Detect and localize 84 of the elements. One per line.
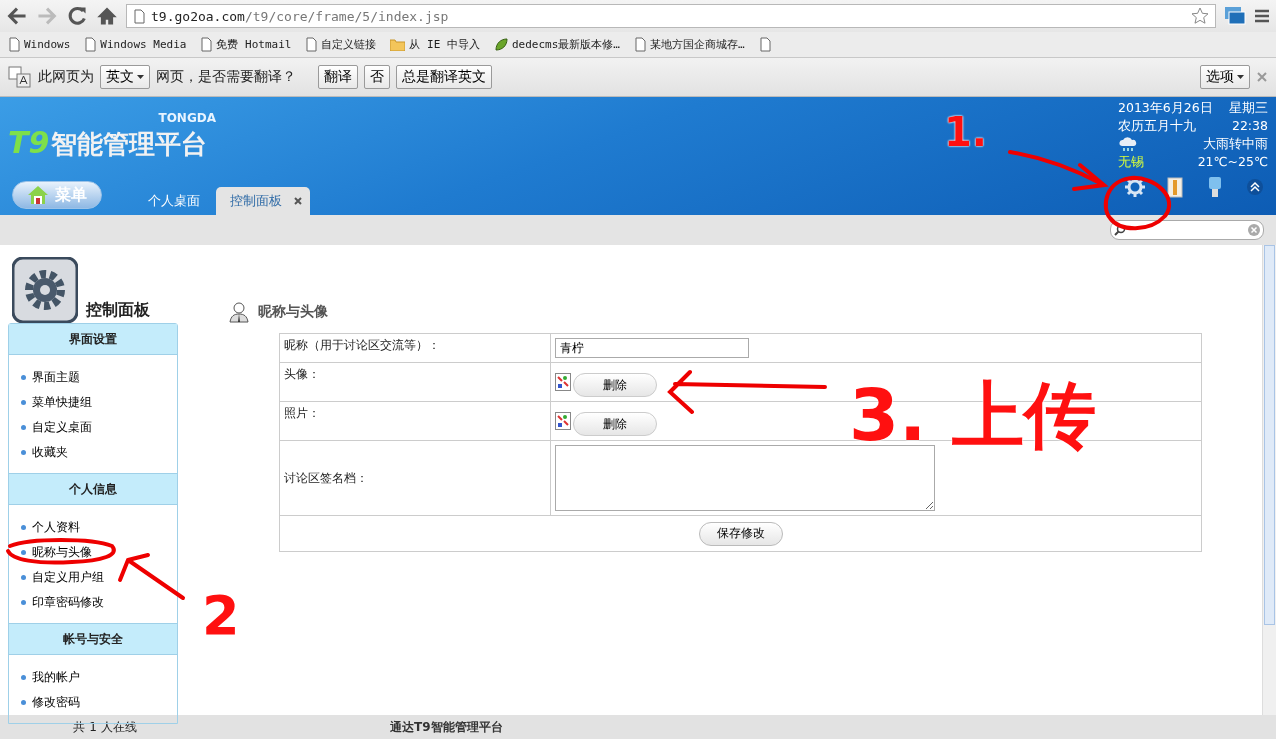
search-icon xyxy=(1114,224,1126,236)
product-name: 通达T9智能管理平台 xyxy=(390,719,503,736)
translate-prompt: 网页，是否需要翻译？ xyxy=(156,68,296,86)
weather-text: 大雨转中雨 xyxy=(1203,135,1268,153)
field-label: 讨论区签名档： xyxy=(279,440,551,516)
sidebar-item[interactable]: 昵称与头像 xyxy=(21,540,177,565)
leaf-icon xyxy=(493,37,508,52)
panel-title: 控制面板 xyxy=(86,300,150,321)
menu-icon[interactable] xyxy=(1254,8,1270,24)
sidebar-item[interactable]: 修改密码 xyxy=(21,690,177,715)
clock-text: 22:38 xyxy=(1231,117,1268,135)
search-field[interactable] xyxy=(1110,220,1264,240)
logo-mark: T9 xyxy=(8,125,50,160)
brand-name: 智能管理平台 xyxy=(51,128,208,161)
options-dropdown[interactable]: 选项 xyxy=(1200,65,1250,89)
page-icon xyxy=(84,37,97,52)
date-text: 2013年6月26日 xyxy=(1118,99,1213,117)
tab[interactable]: 控制面板 xyxy=(216,187,310,215)
temperature-text: 21℃~25℃ xyxy=(1197,153,1268,171)
page-icon xyxy=(133,8,145,24)
translate-button[interactable]: 总是翻译英文 xyxy=(396,65,492,89)
sidebar-item[interactable]: 印章密码修改 xyxy=(21,590,177,615)
sidebar-item[interactable]: 菜单快捷组 xyxy=(21,390,177,415)
sidebar-item[interactable]: 个人资料 xyxy=(21,515,177,540)
city-text: 无锡 xyxy=(1118,153,1144,171)
star-icon[interactable] xyxy=(1191,7,1209,25)
person-icon xyxy=(228,301,250,323)
field-label: 头像： xyxy=(279,362,551,402)
screen-icon[interactable] xyxy=(1224,6,1246,26)
section-header[interactable]: 界面设置 xyxy=(9,324,177,355)
bookmark[interactable]: 从 IE 中导入 xyxy=(390,37,480,52)
brand-subtitle: TONGDA xyxy=(158,111,216,125)
reload-icon[interactable] xyxy=(66,5,88,27)
broken-image-icon xyxy=(555,373,571,391)
caret-icon xyxy=(137,75,144,79)
translate-button[interactable]: 翻译 xyxy=(318,65,358,89)
page-icon xyxy=(305,37,318,52)
bookmark[interactable]: 某地方国企商城存… xyxy=(633,37,745,52)
sidebar-item[interactable]: 收藏夹 xyxy=(21,440,177,465)
bookmark[interactable]: Windows xyxy=(8,37,71,52)
bookmark[interactable]: 免费 Hotmail xyxy=(200,37,292,52)
page-icon xyxy=(200,37,213,52)
annotation-label: 3. 上传 xyxy=(848,372,1097,459)
section-header[interactable]: 个人信息 xyxy=(9,473,177,505)
page-icon xyxy=(758,37,771,52)
delete-button[interactable]: 删除 xyxy=(573,373,657,397)
rain-cloud-icon xyxy=(1118,136,1138,152)
scrollbar[interactable] xyxy=(1262,245,1276,715)
language-dropdown[interactable]: 英文 xyxy=(100,65,150,89)
broken-image-icon xyxy=(555,412,571,430)
bookmark[interactable] xyxy=(758,37,771,52)
lunar-date-text: 农历五月十九 xyxy=(1118,117,1196,135)
close-icon[interactable] xyxy=(294,197,302,205)
caret-icon xyxy=(1237,75,1244,79)
signature-field[interactable] xyxy=(555,445,935,511)
sidebar-item[interactable]: 我的帐户 xyxy=(21,665,177,690)
annotation-label: 1. xyxy=(943,108,989,156)
address-bar[interactable]: t9.go2oa.com/t9/core/frame/5/index.jsp xyxy=(126,4,1216,28)
back-icon[interactable] xyxy=(6,5,28,27)
section-title: 昵称与头像 xyxy=(258,303,328,321)
translate-button[interactable]: 否 xyxy=(364,65,390,89)
gear-icon xyxy=(12,257,78,323)
bookmark[interactable]: dedecms最新版本修… xyxy=(493,37,620,52)
bookmark[interactable]: 自定义链接 xyxy=(305,37,377,52)
section-header[interactable]: 帐号与安全 xyxy=(9,623,177,655)
translate-icon xyxy=(8,66,32,88)
annotation-label: 2 xyxy=(201,584,241,649)
page-icon xyxy=(8,37,20,52)
sidebar-item[interactable]: 自定义用户组 xyxy=(21,565,177,590)
field-label: 昵称（用于讨论区交流等）： xyxy=(279,333,551,363)
page-icon xyxy=(633,37,646,52)
save-button[interactable]: 保存修改 xyxy=(698,521,783,546)
house-icon xyxy=(27,185,49,205)
home-icon[interactable] xyxy=(96,5,118,27)
delete-button[interactable]: 删除 xyxy=(573,412,657,436)
translate-prompt: 此网页为 xyxy=(38,68,94,86)
bookmark[interactable]: Windows Media xyxy=(84,37,187,52)
folder-icon xyxy=(390,38,406,51)
sidebar-item[interactable]: 界面主题 xyxy=(21,365,177,390)
nickname-field[interactable]: 青柠 xyxy=(555,338,749,358)
field-label: 照片： xyxy=(279,401,551,441)
sidebar-item[interactable]: 自定义桌面 xyxy=(21,415,177,440)
weekday-text: 星期三 xyxy=(1229,99,1268,117)
tab[interactable]: 个人桌面 xyxy=(132,187,216,215)
